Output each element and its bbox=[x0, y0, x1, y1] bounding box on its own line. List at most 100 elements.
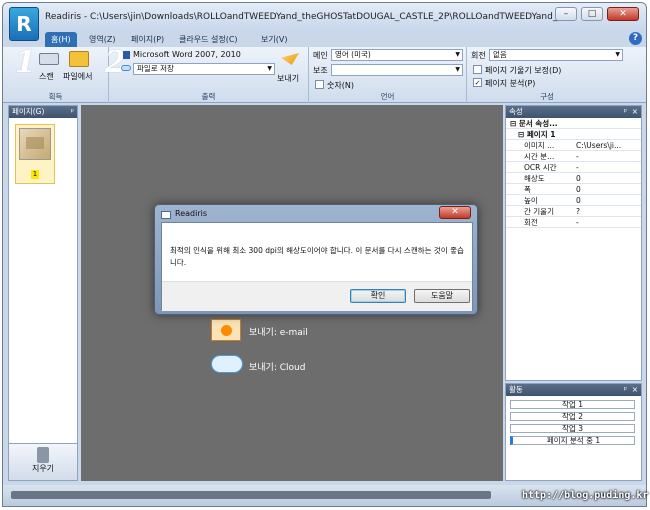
section-label: ⊟ 문서 속성... bbox=[510, 119, 558, 128]
title-bar: R Readiris - C:\Users\jin\Downloads\ROLL… bbox=[3, 3, 646, 41]
help-icon[interactable]: ? bbox=[629, 32, 642, 45]
properties-pane-header: 속성 ᵖ × bbox=[506, 106, 641, 118]
property-value: - bbox=[576, 163, 579, 172]
chevron-down-icon: ▼ bbox=[615, 51, 620, 58]
dialog-footer: 확인 도움말 bbox=[162, 281, 472, 311]
property-key: 간 기울기 bbox=[524, 207, 554, 216]
structure-group-name: 구성 bbox=[540, 92, 554, 101]
pages-pane-header: 페이지(G) ᵖ bbox=[9, 106, 77, 118]
close-icon[interactable]: × bbox=[632, 106, 638, 118]
send-button[interactable]: 보내기 bbox=[277, 73, 299, 84]
property-key: 폭 bbox=[524, 185, 531, 194]
dialog-message: 최적의 인식을 위해 최소 300 dpi의 해상도이어야 합니다. 이 문서를… bbox=[170, 246, 464, 267]
minimize-button[interactable]: – bbox=[555, 7, 577, 21]
property-key: 시간 분... bbox=[524, 152, 555, 161]
resolution-warning-dialog: Readiris ✕ 최적의 인식을 위해 최소 300 dpi의 해상도이어야… bbox=[154, 204, 478, 315]
output-group: 2 Microsoft Word 2007, 2010 파일로 저장 ▼ 보내기… bbox=[105, 45, 309, 103]
property-row: 높이 0 bbox=[506, 196, 641, 206]
job-item-active[interactable]: 페이지 분석 중 1 bbox=[510, 436, 635, 445]
dialog-close-button[interactable]: ✕ bbox=[439, 206, 471, 219]
rotate-value: 없음 bbox=[493, 50, 507, 59]
acquire-group-name: 획득 bbox=[48, 92, 63, 101]
pages-pane-title: 페이지(G) bbox=[12, 107, 45, 116]
deskew-checkbox[interactable] bbox=[473, 65, 482, 74]
close-icon[interactable]: × bbox=[632, 384, 638, 396]
step-number-1: 1 bbox=[15, 45, 36, 80]
language-group-name: 언어 bbox=[380, 92, 395, 101]
send-email-link[interactable]: 보내기: e-mail bbox=[249, 325, 308, 338]
pin-icon[interactable]: ᵖ bbox=[624, 384, 627, 396]
dialog-title: Readiris bbox=[175, 209, 208, 218]
property-key: 높이 bbox=[524, 196, 538, 205]
digits-label: 숫자(N) bbox=[327, 81, 354, 90]
ok-button[interactable]: 확인 bbox=[350, 289, 406, 303]
property-value: 0 bbox=[576, 196, 581, 205]
main-language-label: 메인 bbox=[313, 51, 328, 60]
property-key: 해상도 bbox=[524, 174, 545, 183]
window-title: Readiris - C:\Users\jin\Downloads\ROLLOa… bbox=[45, 12, 565, 22]
folder-icon bbox=[69, 51, 89, 67]
blog-watermark: http://blog.puding.kr bbox=[522, 490, 649, 501]
deskew-label: 페이지 기울기 보정(D) bbox=[485, 66, 562, 75]
rotate-select[interactable]: 없음 ▼ bbox=[489, 49, 623, 61]
job-item[interactable]: 작업 1 bbox=[510, 400, 635, 409]
property-row: 폭0 bbox=[506, 185, 641, 195]
tab-page[interactable]: 페이지(P) bbox=[125, 32, 170, 47]
app-window: R Readiris - C:\Users\jin\Downloads\ROLL… bbox=[2, 2, 647, 507]
properties-pane: 속성 ᵖ × ⊟ 문서 속성... ⊟ 페이지 1 이미지 ... C:\User… bbox=[505, 105, 642, 381]
dialog-body: 최적의 인식을 위해 최소 300 dpi의 해상도이어야 합니다. 이 문서를… bbox=[161, 222, 473, 311]
close-button[interactable]: ✕ bbox=[607, 7, 639, 21]
pin-icon[interactable]: ᵖ bbox=[624, 106, 627, 118]
activity-pane-title: 활동 bbox=[509, 385, 523, 394]
output-format[interactable]: Microsoft Word 2007, 2010 bbox=[133, 50, 241, 59]
secondary-language-label: 보조 bbox=[313, 66, 328, 75]
property-key: OCR 시간 bbox=[524, 163, 557, 172]
send-icon bbox=[281, 53, 299, 65]
page-1-section[interactable]: ⊟ 페이지 1 bbox=[506, 130, 641, 140]
property-row: OCR 시간 - bbox=[506, 163, 641, 173]
ribbon-tabs: 홈(H) 영역(Z) 페이지(P) 클라우드 설정(C) 보기(V) ? bbox=[3, 31, 646, 47]
job-item[interactable]: 작업 3 bbox=[510, 424, 635, 433]
chevron-down-icon: ▼ bbox=[455, 66, 460, 73]
structure-group: 회전 없음 ▼ 페이지 기울기 보정(D) ✓ 페이지 분석(P) 구성 bbox=[467, 47, 627, 103]
help-button[interactable]: 도움말 bbox=[414, 289, 470, 303]
page-analysis-checkbox[interactable]: ✓ bbox=[473, 78, 482, 87]
property-row: 회전 - bbox=[506, 218, 641, 228]
property-value: 0 bbox=[576, 174, 581, 183]
property-row: 해상도 0 bbox=[506, 174, 641, 184]
job-item[interactable]: 작업 2 bbox=[510, 412, 635, 421]
tab-view[interactable]: 보기(V) bbox=[255, 32, 293, 47]
tab-home[interactable]: 홈(H) bbox=[45, 32, 77, 47]
property-value: 0 bbox=[576, 185, 581, 194]
destination-select[interactable]: 파일로 저장 ▼ bbox=[133, 63, 275, 75]
property-value: - bbox=[576, 218, 579, 227]
secondary-language-select[interactable]: ▼ bbox=[331, 64, 463, 76]
property-row: 시간 분... - bbox=[506, 152, 641, 162]
send-cloud-link[interactable]: 보내기: Cloud bbox=[249, 360, 305, 373]
properties-pane-title: 속성 bbox=[509, 107, 523, 116]
rotate-label: 회전 bbox=[471, 51, 486, 60]
property-key: 이미지 ... bbox=[524, 141, 555, 150]
page-number-badge: 1 bbox=[31, 170, 39, 179]
readiris-logo-icon[interactable]: R bbox=[9, 7, 39, 41]
property-row: 이미지 ... C:\Users\ji... bbox=[506, 141, 641, 151]
pin-icon[interactable]: ᵖ bbox=[71, 106, 74, 118]
page-analysis-label: 페이지 분석(P) bbox=[485, 79, 536, 88]
page-thumbnail[interactable] bbox=[19, 128, 51, 160]
main-language-select[interactable]: 영어 (미국) ▼ bbox=[331, 49, 463, 61]
cloud-icon[interactable] bbox=[211, 355, 243, 373]
document-properties-section[interactable]: ⊟ 문서 속성... bbox=[506, 119, 641, 129]
email-icon[interactable] bbox=[211, 319, 241, 341]
digits-checkbox[interactable] bbox=[315, 80, 324, 89]
property-value: C:\Users\ji... bbox=[576, 141, 622, 150]
from-file-button[interactable]: 파일에서 bbox=[63, 71, 92, 82]
maximize-button[interactable]: □ bbox=[581, 7, 603, 21]
progress-bar bbox=[11, 491, 491, 499]
tab-cloud-settings[interactable]: 클라우드 설정(C) bbox=[173, 32, 244, 47]
property-row: 간 기울기? bbox=[506, 207, 641, 217]
subsection-label: ⊟ 페이지 1 bbox=[518, 130, 556, 139]
erase-button[interactable]: 지우기 bbox=[8, 443, 78, 481]
property-value: - bbox=[576, 152, 579, 161]
scan-button[interactable]: 스캔 bbox=[39, 71, 54, 82]
ribbon: 1 스캔 파일에서 획득 2 Microsoft Word 2007, 2010… bbox=[3, 45, 646, 103]
